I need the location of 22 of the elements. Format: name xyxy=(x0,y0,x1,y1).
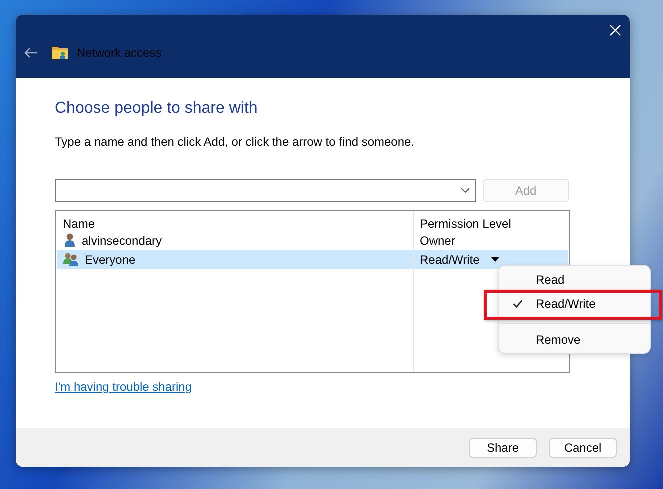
dialog-heading: Choose people to share with xyxy=(55,100,259,118)
network-folder-icon xyxy=(52,45,69,60)
column-header[interactable]: Name xyxy=(57,212,414,236)
user-icon xyxy=(63,233,77,248)
window-title: Network access xyxy=(77,46,162,60)
help-link[interactable]: I'm having trouble sharing xyxy=(55,380,192,394)
dropdown-arrow-icon[interactable] xyxy=(490,257,500,262)
user-name: alvinsecondary xyxy=(82,234,162,248)
share-button[interactable]: Share xyxy=(469,438,537,458)
group-icon xyxy=(63,252,80,267)
cancel-button[interactable]: Cancel xyxy=(549,438,617,458)
chevron-down-icon xyxy=(461,188,470,193)
permission-level[interactable]: Owner xyxy=(420,234,456,248)
instruction-text: Type a name and then click Add, or click the arrow to find someone. xyxy=(55,135,416,149)
close-icon xyxy=(610,24,620,36)
name-combo-box[interactable] xyxy=(55,179,476,202)
user-name: Everyone xyxy=(85,252,136,266)
column-header[interactable]: Permission Level xyxy=(414,212,568,236)
add-button: Add xyxy=(483,179,569,202)
menu-item[interactable]: Remove xyxy=(499,329,650,350)
menu-item[interactable]: Read/Write xyxy=(499,293,649,314)
menu-item[interactable]: Read xyxy=(499,269,650,290)
